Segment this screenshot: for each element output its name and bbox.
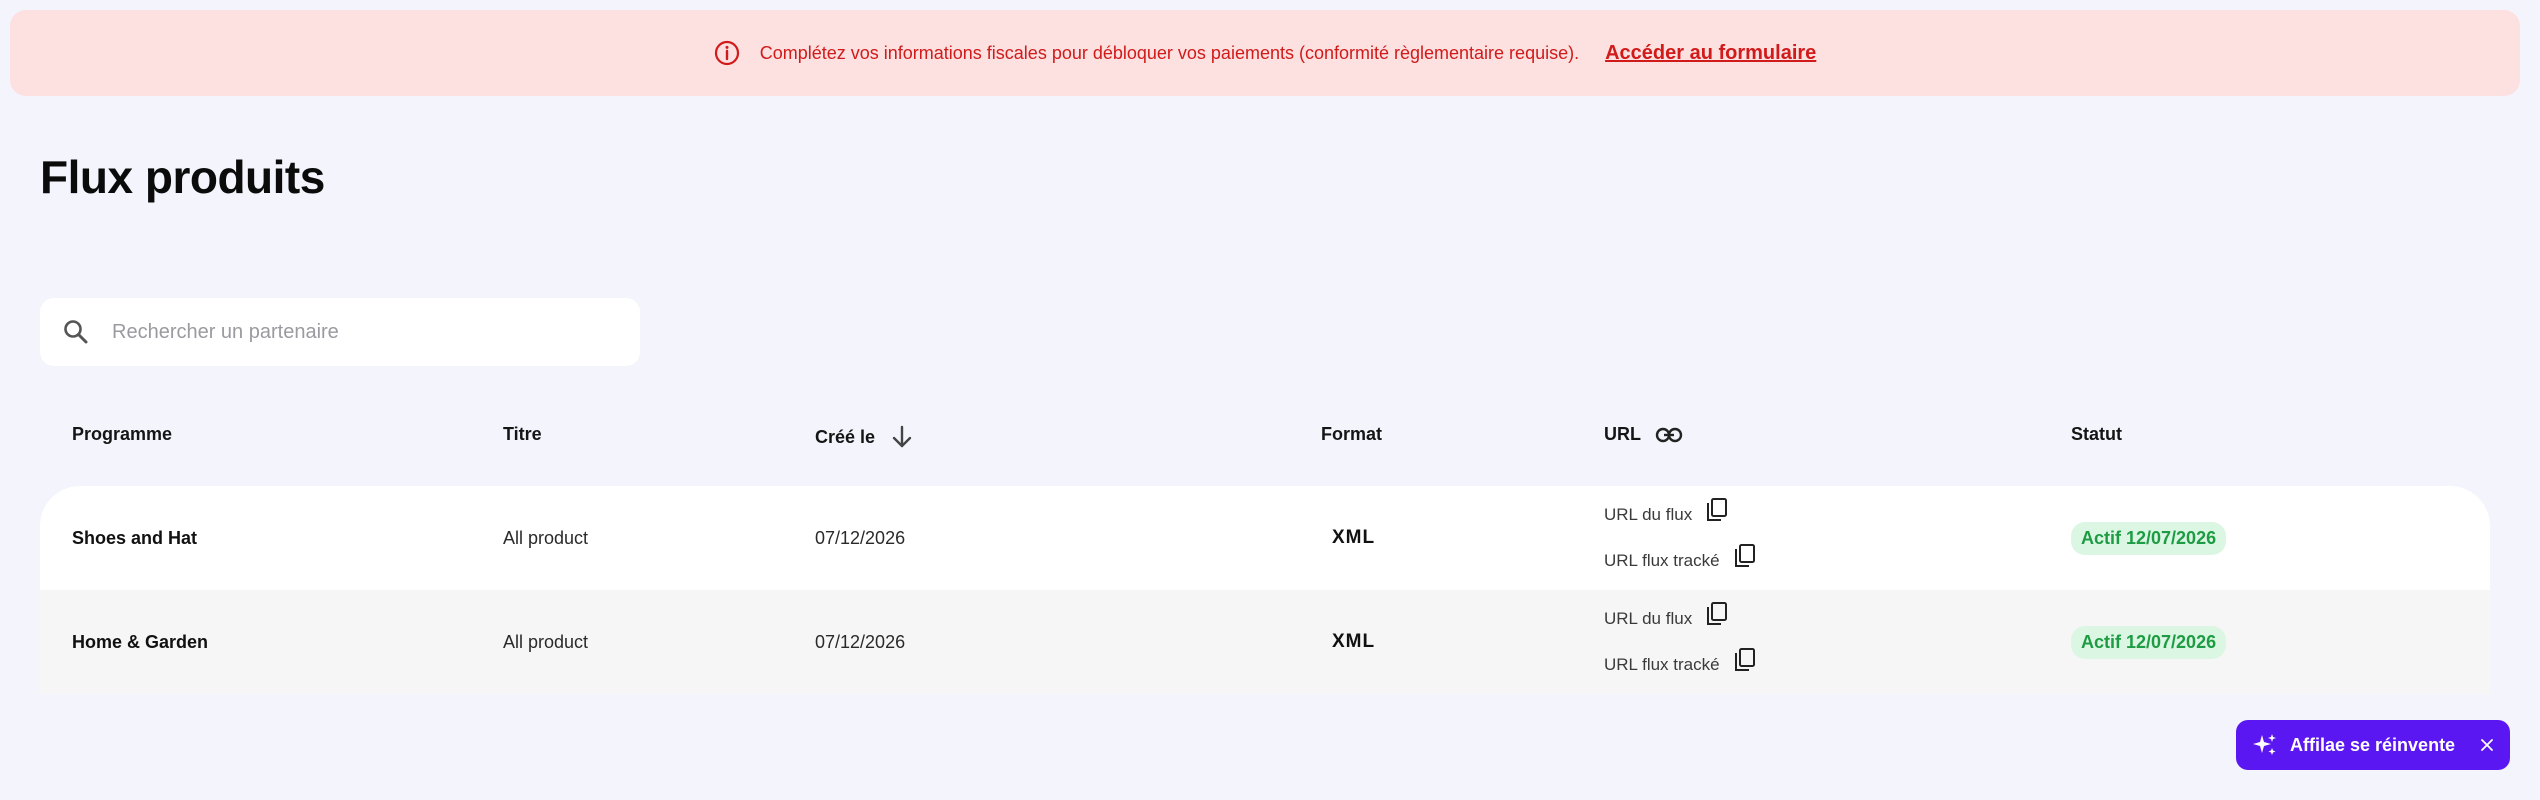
column-header-url[interactable]: URL bbox=[1604, 424, 1683, 445]
info-circle-icon bbox=[714, 40, 740, 66]
feed-url-label: URL du flux bbox=[1604, 505, 1693, 524]
status-badge: Actif 12/07/2026 bbox=[2071, 521, 2227, 555]
column-header-label: URL bbox=[1604, 424, 1641, 444]
column-header-format[interactable]: Format bbox=[1321, 424, 1382, 445]
column-header-cree-le[interactable]: Créé le bbox=[815, 424, 915, 450]
created-date-cell: 07/12/2026 bbox=[815, 631, 906, 652]
table-row[interactable]: Shoes and Hat All product 07/12/2026 XML… bbox=[40, 486, 2490, 590]
sparkle-icon bbox=[2252, 732, 2278, 758]
column-header-programme[interactable]: Programme bbox=[72, 424, 172, 445]
column-header-label: Programme bbox=[72, 424, 173, 444]
tracked-feed-url-label: URL flux tracké bbox=[1604, 655, 1720, 674]
search-icon bbox=[62, 318, 90, 346]
copy-icon[interactable] bbox=[1706, 497, 1728, 523]
feed-url-label: URL du flux bbox=[1604, 609, 1693, 628]
link-icon bbox=[1655, 425, 1683, 445]
titre-cell: All product bbox=[503, 631, 589, 652]
url-cell: URL du flux URL flux tracké bbox=[1604, 590, 1756, 694]
tracked-feed-url-label: URL flux tracké bbox=[1604, 551, 1720, 570]
programme-cell: Home & Garden bbox=[72, 631, 209, 652]
status-cell: Actif 12/07/2026 bbox=[2071, 486, 2227, 590]
table-row[interactable]: Home & Garden All product 07/12/2026 XML… bbox=[40, 590, 2490, 694]
tax-info-banner: Complétez vos informations fiscales pour… bbox=[10, 10, 2520, 96]
column-header-label: Format bbox=[1321, 424, 1383, 444]
banner-message: Complétez vos informations fiscales pour… bbox=[759, 42, 1580, 63]
column-header-label: Statut bbox=[2071, 424, 2122, 444]
column-header-titre[interactable]: Titre bbox=[503, 424, 542, 445]
partner-search-box bbox=[40, 298, 640, 366]
copy-icon[interactable] bbox=[1734, 647, 1756, 673]
titre-cell: All product bbox=[503, 527, 589, 548]
created-date-cell: 07/12/2026 bbox=[815, 527, 906, 548]
tax-form-link[interactable]: Accéder au formulaire bbox=[1605, 42, 1816, 65]
affilae-promo-button[interactable]: Affilae se réinvente bbox=[2236, 720, 2510, 770]
column-header-statut[interactable]: Statut bbox=[2071, 424, 2122, 445]
programme-cell: Shoes and Hat bbox=[72, 527, 198, 548]
partner-search-input[interactable] bbox=[110, 319, 614, 345]
feeds-table-body: Shoes and Hat All product 07/12/2026 XML… bbox=[40, 486, 2490, 694]
copy-icon[interactable] bbox=[1706, 601, 1728, 627]
column-header-label: Titre bbox=[503, 424, 542, 444]
close-icon[interactable] bbox=[2480, 738, 2494, 752]
status-cell: Actif 12/07/2026 bbox=[2071, 590, 2227, 694]
copy-icon[interactable] bbox=[1734, 543, 1756, 569]
format-cell: XML bbox=[1332, 631, 1376, 652]
format-cell: XML bbox=[1332, 527, 1376, 548]
url-cell: URL du flux URL flux tracké bbox=[1604, 486, 1756, 590]
table-header: Programme Titre Créé le Format URL Statu… bbox=[40, 414, 2490, 458]
promo-label: Affilae se réinvente bbox=[2290, 734, 2456, 755]
column-header-label: Créé le bbox=[815, 426, 876, 447]
arrow-down-icon[interactable] bbox=[889, 424, 915, 450]
page-title: Flux produits bbox=[40, 151, 325, 203]
status-badge: Actif 12/07/2026 bbox=[2071, 625, 2227, 659]
